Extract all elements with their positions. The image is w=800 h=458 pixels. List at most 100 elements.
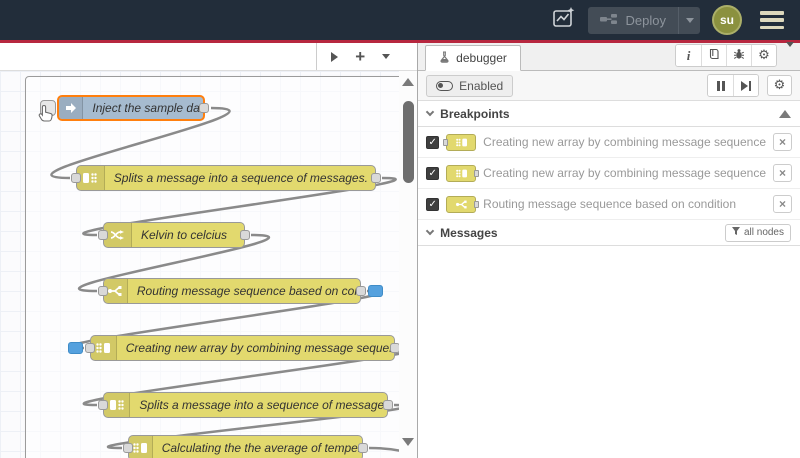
breakpoint-row[interactable]: Creating new array by combining message … [418,127,800,158]
scroll-tabs-right-button[interactable] [323,46,345,68]
tab-label: debugger [456,51,507,65]
node-label: Inject the sample data [92,101,203,115]
chevron-down-icon [685,17,694,23]
node-label: Calculating the the average of temperatu… [161,441,362,455]
output-port[interactable] [356,286,366,296]
hamburger-icon [760,11,784,15]
remove-breakpoint-button[interactable] [773,164,792,182]
node-label: Creating new array by combining message … [125,341,394,355]
workspace-column: Inject the sample data Splits a message … [0,43,418,458]
input-port[interactable] [98,286,108,296]
node-change[interactable]: Kelvin to celcius [98,222,250,248]
step-forward-icon [741,81,752,91]
pause-button[interactable] [708,75,733,96]
debug-button[interactable] [726,45,751,66]
breakpoint-checkbox[interactable] [426,166,440,180]
node-label: Kelvin to celcius [141,228,228,242]
header-bar: Deploy su [0,0,800,40]
output-port[interactable] [358,443,368,453]
breakpoint-row[interactable]: Routing message sequence based on condit… [418,189,800,220]
output-port[interactable] [199,103,209,113]
breakpoint-checkbox[interactable] [426,135,440,149]
breakpoint-label: Creating new array by combining message … [483,166,766,180]
deploy-button-main[interactable]: Deploy [588,7,678,34]
node-average[interactable]: Calculating the the average of temperatu… [123,435,368,458]
input-port[interactable] [98,230,108,240]
node-switch[interactable]: Routing message sequence based on condit… [98,278,383,304]
node-inject[interactable]: Inject the sample data [57,95,209,121]
deploy-button[interactable]: Deploy [587,6,700,34]
bug-icon [733,47,745,65]
join-node-mini-icon [443,133,477,151]
book-icon [708,47,720,65]
join-node-mini-icon [446,164,480,182]
sidebar: debugger i ⚙ Enabled ⚙ Breakpoints ✓ Cre… [417,41,800,458]
change-icon [104,223,132,247]
enabled-label: Enabled [459,78,504,93]
avatar[interactable]: su [712,5,742,35]
breakpoints-section-header[interactable]: Breakpoints [418,101,800,127]
deploy-label: Deploy [625,12,666,28]
scrollbar-thumb[interactable] [402,101,414,183]
output-port[interactable] [240,230,250,240]
pause-icon [716,80,725,91]
chevron-down-icon [425,107,435,117]
add-flow-button[interactable] [349,46,371,68]
tab-debugger[interactable]: debugger [425,45,521,71]
triangle-right-icon [330,51,338,62]
scroll-down-icon[interactable] [402,438,415,446]
settings-button[interactable] [751,45,776,66]
canvas-vertical-scrollbar[interactable] [399,71,418,458]
ai-assistant-button[interactable] [552,6,576,35]
switch-node-mini-icon [446,195,480,213]
output-port[interactable] [371,173,381,183]
chevron-down-icon [382,54,391,59]
scroll-up-icon[interactable] [402,78,415,86]
node-split[interactable]: Splits a message into a sequence of mess… [71,165,381,191]
split-icon [77,166,105,190]
funnel-icon [731,227,740,238]
flow-canvas[interactable]: Inject the sample data Splits a message … [0,71,418,458]
debugger-enabled-toggle[interactable]: Enabled [426,74,514,97]
filter-label: all nodes [743,227,784,238]
avatar-initials: su [719,13,734,27]
workspace-tab-controls [316,43,403,70]
breakpoint-checkbox[interactable] [426,197,440,211]
list-flows-button[interactable] [375,46,397,68]
breakpoint-label: Routing message sequence based on condit… [483,197,737,211]
breakpoint-marker[interactable] [68,342,83,354]
ai-assistant-icon [552,6,576,35]
flask-icon [439,50,450,66]
toggle-icon [436,80,454,91]
output-port[interactable] [383,400,393,410]
input-port[interactable] [71,173,81,183]
step-button[interactable] [733,75,758,96]
sidebar-options-button[interactable] [786,41,794,65]
remove-breakpoint-button[interactable] [773,195,792,213]
deploy-options-button[interactable] [678,6,700,34]
node-label: Splits a message into a sequence of mess… [113,171,368,185]
mouse-cursor-hand-icon [38,104,55,128]
input-port[interactable] [85,343,95,353]
messages-section-header[interactable]: Messages all nodes [418,220,800,246]
messages-filter-button[interactable]: all nodes [724,223,791,242]
debugger-toolbar: Enabled [418,71,800,101]
help-button[interactable] [701,45,726,66]
node-label: Splits a message into a sequence of mess… [139,398,387,412]
debug-step-controls [707,74,759,97]
breakpoint-marker[interactable] [368,285,383,297]
chevron-down-icon [786,41,794,64]
messages-title: Messages [440,225,498,240]
breakpoint-row[interactable]: Creating new array by combining message … [418,158,800,189]
node-split[interactable]: Splits a message into a sequence of mess… [98,392,393,418]
remove-breakpoint-button[interactable] [773,133,792,151]
debugger-settings-button[interactable] [767,75,792,96]
input-port[interactable] [98,400,108,410]
node-join[interactable]: Creating new array by combining message … [68,335,417,361]
main-menu-button[interactable] [760,11,784,29]
node-label: Routing message sequence based on condit… [136,284,360,298]
info-button[interactable] [676,45,701,66]
sidebar-tab-tools [675,41,794,67]
scroll-up-icon[interactable] [779,109,791,118]
input-port[interactable] [123,443,133,453]
